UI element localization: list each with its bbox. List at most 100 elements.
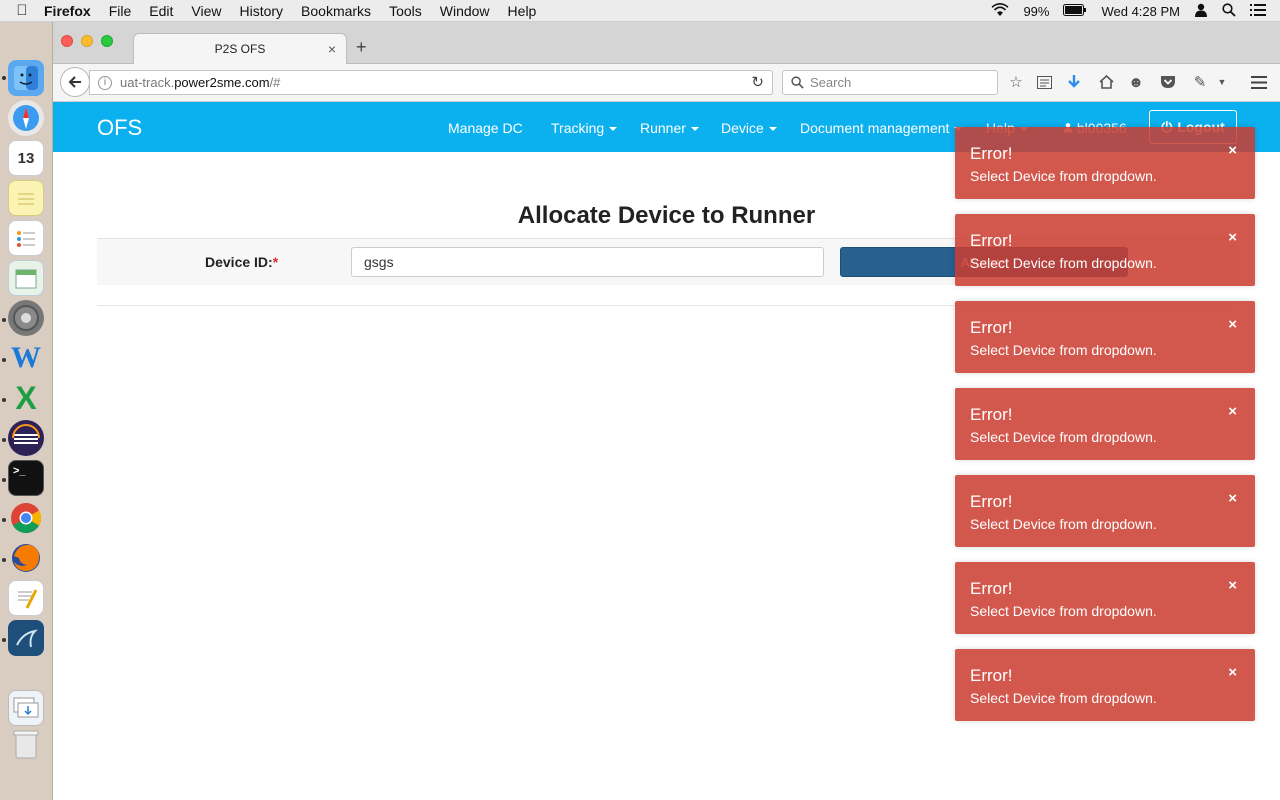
safari-icon[interactable] bbox=[8, 100, 44, 136]
calendar-planner-icon[interactable] bbox=[8, 260, 44, 296]
word-icon[interactable]: W bbox=[8, 340, 44, 376]
downloads-icon[interactable] bbox=[1064, 72, 1084, 92]
toast-close-icon[interactable]: × bbox=[1228, 664, 1237, 681]
toast-close-icon[interactable]: × bbox=[1228, 316, 1237, 333]
running-indicator bbox=[2, 558, 6, 562]
nav-manage-dc[interactable]: Manage DC bbox=[448, 120, 523, 136]
new-tab-button[interactable]: + bbox=[356, 37, 367, 58]
search-input[interactable]: Search bbox=[782, 70, 998, 95]
menu-window[interactable]: Window bbox=[440, 3, 490, 19]
tab-bar: P2S OFS × + bbox=[53, 22, 1280, 64]
menu-bookmarks[interactable]: Bookmarks bbox=[301, 3, 371, 19]
chrome-icon[interactable] bbox=[8, 500, 44, 536]
nav-document-management-dropdown[interactable]: Document management bbox=[800, 120, 963, 136]
error-toast[interactable]: Error! Select Device from dropdown. × bbox=[955, 388, 1255, 460]
menubar-clock[interactable]: Wed 4:28 PM bbox=[1101, 4, 1180, 19]
menu-app-firefox[interactable]: Firefox bbox=[44, 3, 91, 19]
nav-runner-dropdown[interactable]: Runner bbox=[640, 120, 699, 136]
calendar-icon[interactable]: 13 bbox=[8, 140, 44, 176]
menu-edit[interactable]: Edit bbox=[149, 3, 173, 19]
running-indicator bbox=[2, 358, 6, 362]
device-id-input[interactable]: gsgs bbox=[351, 247, 824, 277]
url-suffix: /# bbox=[269, 75, 281, 90]
battery-icon[interactable] bbox=[1063, 3, 1087, 19]
firefox-icon[interactable] bbox=[8, 540, 44, 576]
eclipse-icon[interactable] bbox=[8, 420, 44, 456]
terminal-icon[interactable]: >_ bbox=[8, 460, 44, 496]
toast-close-icon[interactable]: × bbox=[1228, 142, 1237, 159]
menu-tools[interactable]: Tools bbox=[389, 3, 422, 19]
site-info-icon[interactable]: i bbox=[98, 75, 112, 90]
nav-runner-label: Runner bbox=[640, 120, 686, 136]
overflow-chevron-down-icon[interactable]: ▼ bbox=[1212, 72, 1232, 92]
running-indicator bbox=[2, 318, 6, 322]
maximize-window-button[interactable] bbox=[101, 35, 113, 47]
nav-manage-dc-label: Manage DC bbox=[448, 120, 523, 136]
bookmark-star-icon[interactable]: ☆ bbox=[1006, 72, 1026, 92]
reload-icon[interactable]: ↻ bbox=[751, 73, 764, 91]
error-toast[interactable]: Error! Select Device from dropdown. × bbox=[955, 649, 1255, 721]
toast-title: Error! bbox=[970, 579, 1013, 598]
excel-icon[interactable]: X bbox=[8, 380, 44, 416]
mysql-workbench-icon[interactable] bbox=[8, 620, 44, 656]
extension-icon[interactable]: ✎ bbox=[1190, 72, 1210, 92]
system-preferences-icon[interactable] bbox=[8, 300, 44, 336]
toast-close-icon[interactable]: × bbox=[1228, 229, 1237, 246]
error-toast[interactable]: Error! Select Device from dropdown. × bbox=[955, 562, 1255, 634]
close-window-button[interactable] bbox=[61, 35, 73, 47]
dock: 13 W X >_ bbox=[0, 22, 53, 800]
toast-message: Select Device from dropdown. bbox=[970, 603, 1157, 619]
menu-history[interactable]: History bbox=[239, 3, 283, 19]
user-account-icon[interactable] bbox=[1194, 3, 1208, 20]
toast-message: Select Device from dropdown. bbox=[970, 429, 1157, 445]
running-indicator bbox=[2, 76, 6, 80]
search-icon bbox=[791, 76, 804, 89]
downloads-stack-icon[interactable] bbox=[8, 690, 44, 726]
menu-view[interactable]: View bbox=[191, 3, 221, 19]
trash-icon[interactable] bbox=[8, 726, 44, 762]
nav-document-management-label: Document management bbox=[800, 120, 950, 136]
toast-close-icon[interactable]: × bbox=[1228, 490, 1237, 507]
nav-tracking-dropdown[interactable]: Tracking bbox=[551, 120, 618, 136]
required-asterisk: * bbox=[272, 254, 279, 270]
toast-message: Select Device from dropdown. bbox=[970, 516, 1157, 532]
notification-center-icon[interactable] bbox=[1250, 3, 1266, 19]
browser-tab[interactable]: P2S OFS × bbox=[133, 33, 347, 64]
brand-logo[interactable]: OFS bbox=[97, 115, 142, 141]
nav-tracking-label: Tracking bbox=[551, 120, 605, 136]
toast-title: Error! bbox=[970, 231, 1013, 250]
running-indicator bbox=[2, 398, 6, 402]
back-button[interactable] bbox=[60, 67, 90, 97]
nav-device-label: Device bbox=[721, 120, 764, 136]
error-toast[interactable]: Error! Select Device from dropdown. × bbox=[955, 214, 1255, 286]
spotlight-search-icon[interactable] bbox=[1222, 2, 1236, 20]
device-id-label: Device ID:* bbox=[205, 254, 278, 270]
textedit-icon[interactable] bbox=[8, 580, 44, 616]
tab-close-icon[interactable]: × bbox=[328, 41, 336, 57]
error-toast[interactable]: Error! Select Device from dropdown. × bbox=[955, 127, 1255, 199]
pocket-icon[interactable] bbox=[1158, 72, 1178, 92]
hamburger-menu-icon[interactable] bbox=[1249, 72, 1269, 92]
menu-file[interactable]: File bbox=[109, 3, 132, 19]
reader-list-icon[interactable] bbox=[1034, 72, 1054, 92]
url-bar[interactable]: i uat-track. power2sme.com/# ↻ bbox=[89, 70, 773, 95]
wifi-icon[interactable] bbox=[991, 2, 1009, 20]
macos-menu-bar:  Firefox File Edit View History Bookmar… bbox=[0, 0, 1280, 22]
apple-menu-icon[interactable]:  bbox=[0, 2, 44, 19]
toast-close-icon[interactable]: × bbox=[1228, 403, 1237, 420]
toast-title: Error! bbox=[970, 144, 1013, 163]
toast-close-icon[interactable]: × bbox=[1228, 577, 1237, 594]
home-icon[interactable] bbox=[1096, 72, 1116, 92]
toast-message: Select Device from dropdown. bbox=[970, 168, 1157, 184]
minimize-window-button[interactable] bbox=[81, 35, 93, 47]
reminders-icon[interactable] bbox=[8, 220, 44, 256]
error-toast[interactable]: Error! Select Device from dropdown. × bbox=[955, 475, 1255, 547]
hello-chat-icon[interactable]: ☻ bbox=[1126, 72, 1146, 92]
battery-percent[interactable]: 99% bbox=[1023, 4, 1049, 19]
menu-help[interactable]: Help bbox=[508, 3, 537, 19]
finder-icon[interactable] bbox=[8, 60, 44, 96]
error-toast[interactable]: Error! Select Device from dropdown. × bbox=[955, 301, 1255, 373]
running-indicator bbox=[2, 478, 6, 482]
notes-icon[interactable] bbox=[8, 180, 44, 216]
nav-device-dropdown[interactable]: Device bbox=[721, 120, 777, 136]
